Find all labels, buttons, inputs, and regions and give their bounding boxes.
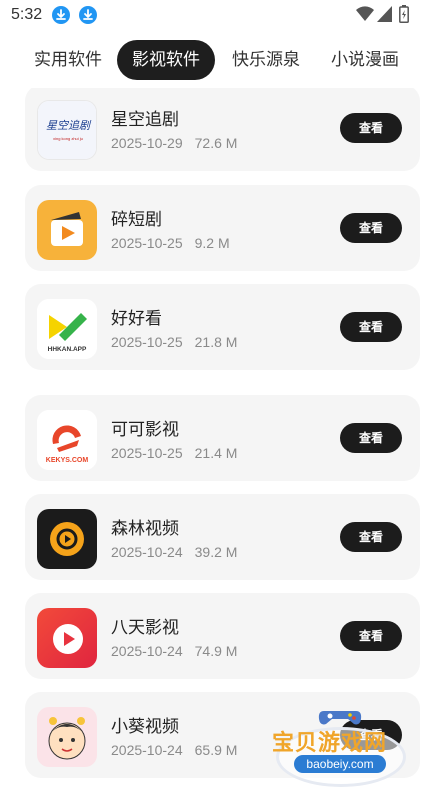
view-button[interactable]: 查看 [340,312,402,342]
xingkong-logo-icon: 星空追剧 xing kong zhui ju [37,100,97,160]
view-button[interactable]: 查看 [340,213,402,243]
category-tabs: 实用软件 影视软件 快乐源泉 小说漫画 [0,32,445,88]
list-item[interactable]: 碎短剧 2025-10-25 9.2 M 查看 [25,185,420,271]
watermark: 宝贝游戏网 baobeiy.com [268,705,416,787]
download-icon [79,6,97,24]
battery-icon [399,5,409,23]
list-item[interactable]: KEKYS.COM 可可影视 2025-10-25 21.4 M 查看 [25,395,420,481]
download-icon [52,6,70,24]
app-meta: 2025-10-29 72.6 M [111,135,238,151]
signal-icon [377,6,392,22]
svg-text:HHKAN.APP: HHKAN.APP [48,346,87,353]
app-list: 星空追剧 xing kong zhui ju 星空追剧 2025-10-29 72… [0,88,445,791]
status-time: 5:32 [11,6,43,23]
list-item[interactable]: 森林视频 2025-10-24 39.2 M 查看 [25,494,420,580]
tab-video-software[interactable]: 影视软件 [117,40,215,80]
tab-utility-software[interactable]: 实用软件 [26,40,110,80]
tab-novel-comics[interactable]: 小说漫画 [323,40,407,80]
watermark-title: 宝贝游戏网 [272,731,388,756]
senlin-logo-icon [37,509,97,569]
hhkan-logo-icon: HHKAN.APP [37,299,97,359]
svg-text:星空追剧: 星空追剧 [46,119,92,132]
play-logo-icon [37,608,97,668]
list-item[interactable]: 星空追剧 xing kong zhui ju 星空追剧 2025-10-29 72… [25,88,420,171]
list-item[interactable]: HHKAN.APP 好好看 2025-10-25 21.8 M 查看 [25,284,420,370]
app-name: 碎短剧 [111,210,162,230]
app-name: 小葵视频 [111,717,179,737]
app-name: 八天影视 [111,618,179,638]
kekys-logo-icon: KEKYS.COM [37,410,97,470]
view-button[interactable]: 查看 [340,621,402,651]
view-button[interactable]: 查看 [340,522,402,552]
app-name: 可可影视 [111,420,179,440]
app-name: 森林视频 [111,519,179,539]
app-meta: 2025-10-25 9.2 M [111,235,230,251]
svg-text:KEKYS.COM: KEKYS.COM [46,457,89,464]
list-item[interactable]: 八天影视 2025-10-24 74.9 M 查看 [25,593,420,679]
tab-happy-source[interactable]: 快乐源泉 [224,40,308,80]
gamepad-icon [318,711,362,725]
clapperboard-play-logo-icon [37,200,97,260]
view-button[interactable]: 查看 [340,113,402,143]
app-name: 好好看 [111,309,162,329]
wifi-icon [356,6,374,22]
app-meta: 2025-10-25 21.8 M [111,334,238,350]
view-button[interactable]: 查看 [340,423,402,453]
status-bar: 5:32 [0,0,445,32]
app-name: 星空追剧 [111,110,179,130]
app-meta: 2025-10-24 65.9 M [111,742,238,758]
app-meta: 2025-10-24 74.9 M [111,643,238,659]
app-meta: 2025-10-24 39.2 M [111,544,238,560]
svg-text:xing kong zhui ju: xing kong zhui ju [53,136,83,141]
app-meta: 2025-10-25 21.4 M [111,445,238,461]
watermark-url: baobeiy.com [294,755,386,773]
cartoon-kid-logo-icon [37,707,97,767]
